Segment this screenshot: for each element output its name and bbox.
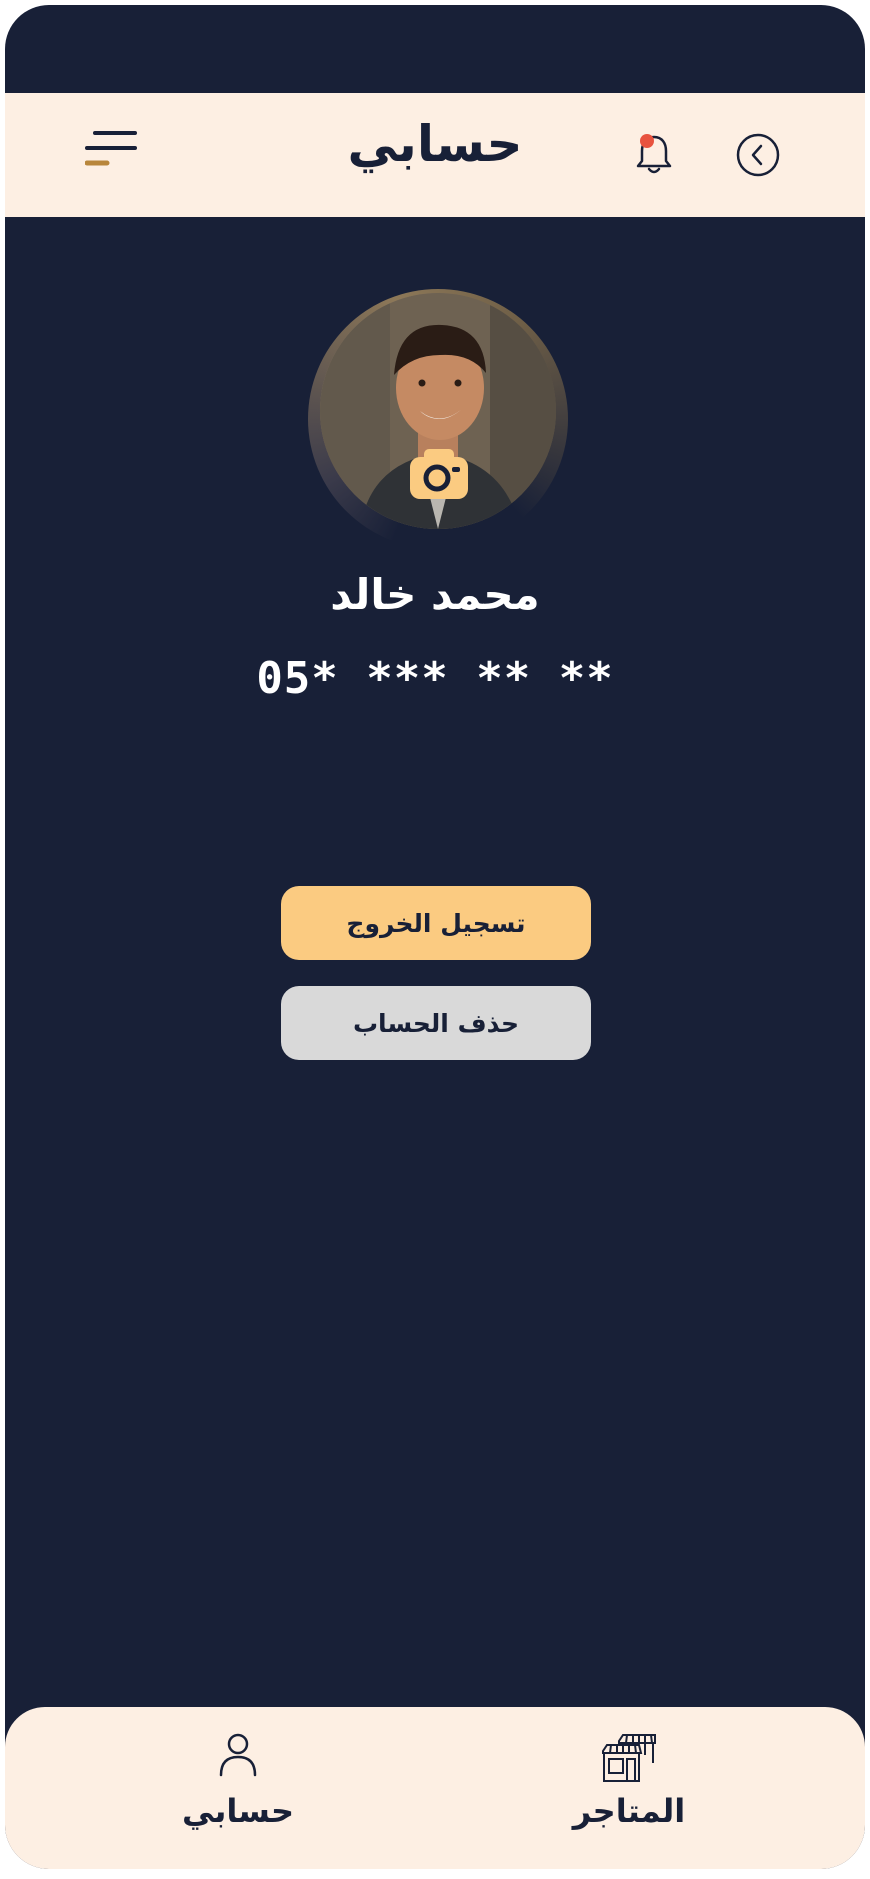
- bell-icon: [636, 134, 672, 174]
- nav-label-stores: المتاجر: [572, 1792, 686, 1830]
- change-photo-button[interactable]: [410, 449, 468, 499]
- user-icon: [219, 1733, 257, 1777]
- delete-account-button[interactable]: حذف الحساب: [281, 986, 591, 1060]
- camera-icon: [410, 449, 468, 499]
- notifications-button[interactable]: [633, 131, 675, 177]
- bottom-navigation: المتاجر حسابي: [5, 1707, 865, 1869]
- store-icon: [602, 1734, 656, 1782]
- back-button[interactable]: [736, 133, 780, 177]
- phone-screen: حسابي محمد خالد 05* *** ** ** تسجيل الخر…: [5, 5, 865, 1869]
- notification-dot: [640, 134, 654, 148]
- avatar: [308, 289, 568, 549]
- app-header: حسابي: [5, 93, 865, 217]
- nav-item-account[interactable]: حسابي: [138, 1707, 338, 1837]
- nav-item-stores[interactable]: المتاجر: [529, 1707, 729, 1837]
- back-chevron-icon: [736, 133, 780, 177]
- profile-phone: 05* *** ** **: [256, 653, 614, 704]
- logout-button[interactable]: تسجيل الخروج: [281, 886, 591, 960]
- nav-label-account: حسابي: [181, 1792, 295, 1830]
- profile-name: محمد خالد: [330, 570, 540, 619]
